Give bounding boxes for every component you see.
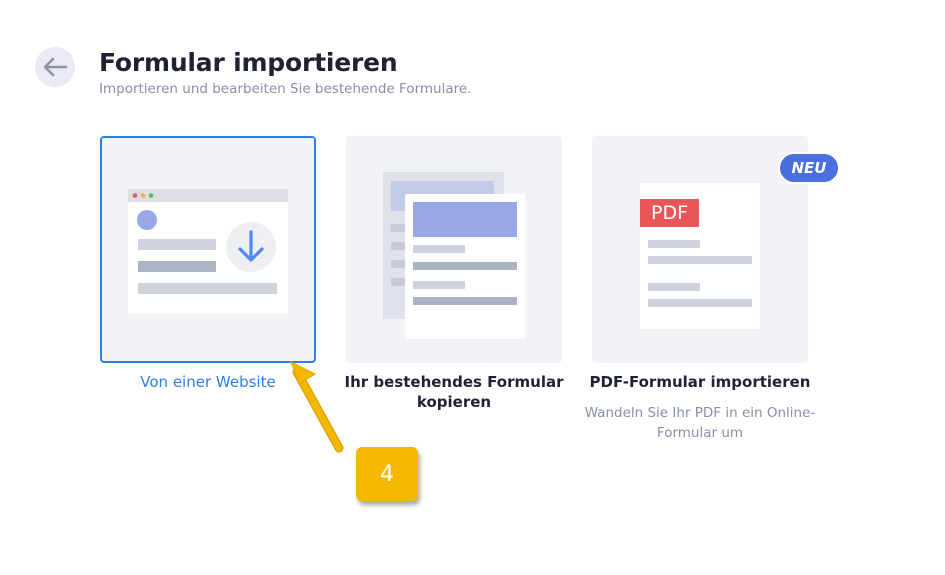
page-title: Formular importieren xyxy=(99,48,398,77)
pdf-tag: PDF xyxy=(650,202,689,224)
option-label[interactable]: Ihr bestehendes Formular kopieren xyxy=(326,372,582,412)
option-pdf-import[interactable]: PDF PDF-Formular importieren Wandeln Sie… xyxy=(585,136,815,441)
pointer-arrow xyxy=(290,360,344,453)
option-description: Wandeln Sie Ihr PDF in ein Online-Formul… xyxy=(584,405,816,441)
page-subtitle: Importieren und bearbeiten Sie bestehend… xyxy=(99,81,472,97)
back-arrow-icon xyxy=(43,57,68,77)
option-copy-form[interactable]: Ihr bestehendes Formular kopieren xyxy=(345,136,563,411)
pdf-document-illustration xyxy=(640,183,760,329)
option-card[interactable] xyxy=(346,136,562,363)
step-callout: 4 xyxy=(356,447,418,501)
option-card[interactable]: PDF xyxy=(592,136,808,363)
copy-form-illustration xyxy=(383,172,525,339)
option-label[interactable]: PDF-Formular importieren xyxy=(572,372,828,392)
option-from-website[interactable]: Von einer Website xyxy=(100,136,316,391)
new-badge: NEU xyxy=(778,152,840,184)
website-import-illustration xyxy=(128,189,288,314)
back-button[interactable] xyxy=(35,47,75,87)
option-card[interactable] xyxy=(100,136,316,363)
